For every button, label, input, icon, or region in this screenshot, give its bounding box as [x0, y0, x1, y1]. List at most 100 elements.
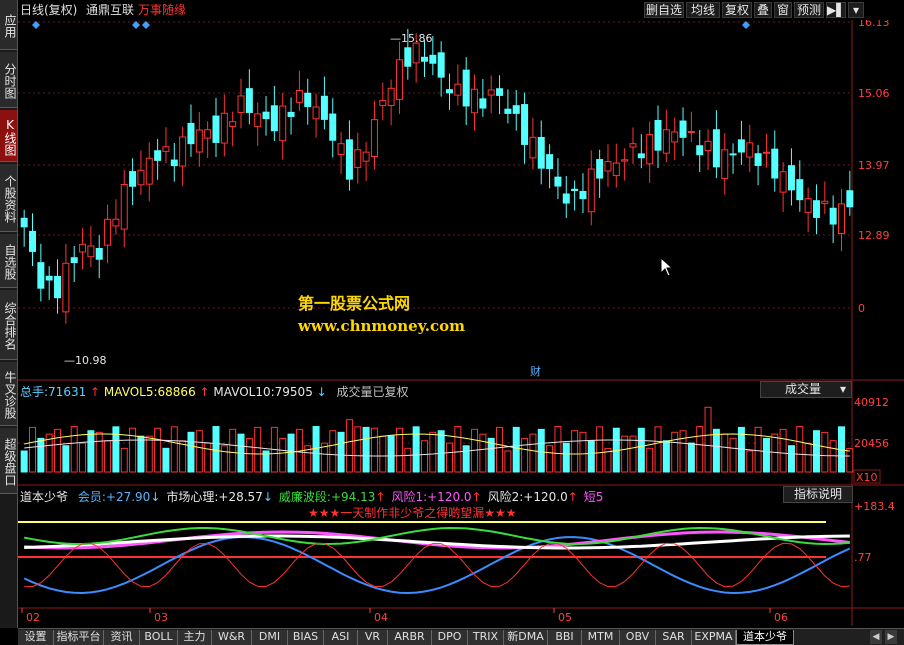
sidebar-tab-5[interactable]: 综合排名 — [0, 290, 17, 360]
toolbar-button-5[interactable]: 预测 — [794, 2, 824, 18]
volume-bar — [512, 426, 520, 473]
bottom-tab-0[interactable]: 设置 — [18, 630, 54, 645]
scroll-right-icon[interactable]: ▶ — [885, 630, 897, 644]
bottom-tab-14[interactable]: BBI — [548, 630, 582, 645]
volume-bar — [646, 447, 654, 473]
volume-axis-label: 20456 — [854, 437, 889, 450]
candle-body — [512, 105, 520, 114]
candle-body — [571, 188, 579, 192]
bottom-tab-13[interactable]: 新DMA — [504, 630, 548, 645]
sidebar-tab-0[interactable]: 应用 — [0, 0, 17, 50]
candle-body — [229, 121, 237, 127]
candle-body — [195, 129, 203, 153]
bottom-tab-8[interactable]: ASI — [324, 630, 358, 645]
volume-bar — [562, 442, 570, 473]
volume-bar — [429, 431, 437, 473]
bottom-tab-1[interactable]: 指标平台 — [54, 630, 104, 645]
bottom-tab-11[interactable]: DPO — [432, 630, 468, 645]
indicator-item-5: 短5 — [584, 490, 604, 504]
volume-bar — [537, 428, 545, 473]
bottom-tab-2[interactable]: 资讯 — [104, 630, 140, 645]
date-axis-label: 05 — [558, 611, 572, 624]
play-icon[interactable]: ▶▌ — [826, 2, 846, 18]
indicator-help-button[interactable]: 指标说明 — [783, 486, 853, 503]
sidebar-tab-4[interactable]: 自选股 — [0, 234, 17, 288]
volume-bar — [154, 427, 162, 473]
volume-bar — [479, 433, 487, 473]
volume-bar — [162, 447, 170, 473]
sidebar-tab-7[interactable]: 超级盘口 — [0, 428, 17, 494]
toolbar-button-4[interactable]: 窗 — [774, 2, 792, 18]
scroll-left-icon[interactable]: ◀ — [870, 630, 882, 644]
candle-body — [496, 88, 504, 96]
volume-bar — [821, 431, 829, 473]
volume-bar — [20, 450, 28, 473]
bottom-tab-18[interactable]: EXPMA — [692, 630, 736, 645]
candle-body — [179, 136, 187, 167]
volume-bar — [596, 426, 604, 473]
chart-type-label[interactable]: 日线(复权) — [20, 3, 77, 17]
finance-marker-icon: 财 — [530, 364, 541, 378]
candle-body — [137, 169, 145, 186]
volume-dropdown-label: 成交量 — [785, 382, 822, 396]
toolbar-button-0[interactable]: 删自选 — [644, 2, 684, 18]
indicator-item-value: +120.0 — [427, 490, 472, 504]
candle-body — [629, 143, 637, 148]
sidebar-tab-3[interactable]: 个股资料 — [0, 164, 17, 232]
sidebar-tab-1[interactable]: 分时图 — [0, 52, 17, 108]
mouse-cursor-icon — [660, 256, 674, 277]
high-price-label: —15.86 — [390, 32, 433, 45]
candle-body — [646, 134, 654, 165]
bottom-tab-9[interactable]: VR — [358, 630, 388, 645]
candle-body — [279, 105, 287, 142]
candle-body — [712, 129, 720, 168]
candle-body — [62, 262, 70, 313]
volume-bar — [762, 437, 770, 473]
volume-bar — [170, 426, 178, 473]
volume-bar — [587, 440, 595, 473]
volume-bar — [496, 426, 504, 473]
volume-bar — [29, 426, 37, 473]
volume-bar — [245, 437, 253, 473]
bottom-tab-6[interactable]: DMI — [252, 630, 288, 645]
volume-bar — [579, 431, 587, 473]
candle-body — [29, 230, 37, 252]
chevron-down-icon[interactable]: ▾ — [848, 2, 864, 18]
sidebar-tab-6[interactable]: 牛叉诊股 — [0, 362, 17, 426]
volume-bar — [79, 442, 87, 473]
indicator-item-label: 会员: — [77, 490, 106, 504]
bottom-tab-16[interactable]: OBV — [620, 630, 656, 645]
bottom-tab-12[interactable]: TRIX — [468, 630, 504, 645]
bottom-tab-4[interactable]: 主力 — [178, 630, 212, 645]
volume-bar — [387, 435, 395, 473]
bottom-tab-10[interactable]: ARBR — [388, 630, 432, 645]
candle-body — [220, 112, 228, 144]
toolbar-button-3[interactable]: 叠 — [754, 2, 772, 18]
bottom-tab-5[interactable]: W&R — [212, 630, 252, 645]
candle-body — [354, 149, 362, 168]
candle-body — [212, 115, 220, 143]
sidebar-tab-2[interactable]: K线图 — [0, 110, 17, 162]
candle-body — [612, 162, 620, 177]
bottom-tab-15[interactable]: MTM — [582, 630, 620, 645]
bottom-tab-3[interactable]: BOLL — [140, 630, 178, 645]
volume-bar — [796, 426, 804, 473]
bottom-tab-7[interactable]: BIAS — [288, 630, 324, 645]
bottom-tab-19[interactable]: 道本少爷 — [736, 630, 794, 645]
candle-body — [504, 108, 512, 114]
candle-body — [529, 136, 537, 159]
toolbar-button-1[interactable]: 均线 — [686, 2, 720, 18]
date-axis-label: 02 — [26, 611, 40, 624]
volume-bar — [696, 426, 704, 473]
candle-body — [362, 151, 370, 162]
bottom-tab-17[interactable]: SAR — [656, 630, 692, 645]
candle-body — [237, 95, 245, 113]
toolbar-button-2[interactable]: 复权 — [722, 2, 752, 18]
volume-bar — [521, 437, 529, 473]
indicator-item-3: 风险1:+120.0↑ — [391, 490, 481, 504]
low-price-label: —10.98 — [64, 354, 107, 367]
volume-bar — [95, 431, 103, 473]
volume-bar — [287, 433, 295, 473]
concept-label[interactable]: 万事随缘 — [138, 3, 186, 17]
volume-dropdown[interactable]: 成交量 ▾ — [760, 381, 852, 398]
